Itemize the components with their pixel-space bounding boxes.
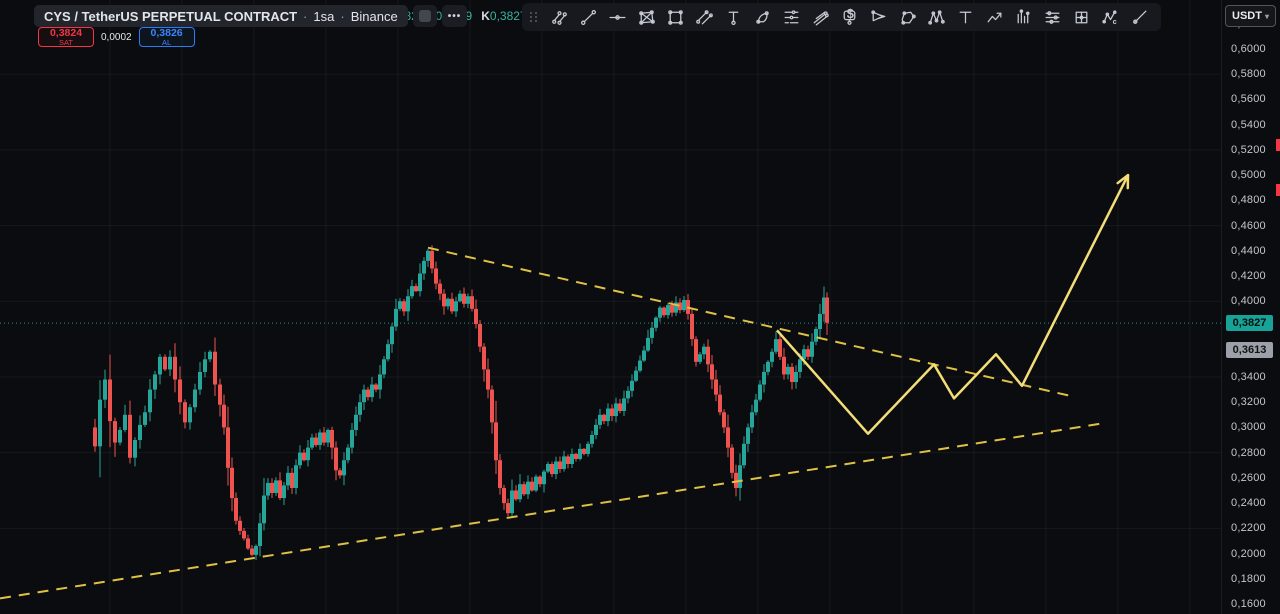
alert-edge-mark xyxy=(1276,184,1280,196)
price-tick: 0,5600 xyxy=(1231,93,1266,106)
price-tick: 0,3200 xyxy=(1231,396,1266,409)
parallel-lines-icon[interactable] xyxy=(807,5,834,29)
rectangle-icon[interactable] xyxy=(662,5,689,29)
chart-header: CYS / TetherUS PERPETUAL CONTRACT · 1sa … xyxy=(34,5,468,27)
buy-label: AL xyxy=(162,38,172,47)
secondary-price-label: 0,3613 xyxy=(1226,342,1273,359)
elliott-wave-icon[interactable]: c xyxy=(1097,5,1124,29)
range-sliders-icon[interactable] xyxy=(1039,5,1066,29)
cross-trend-lines-icon[interactable] xyxy=(546,5,573,29)
sell-label: SAT xyxy=(58,38,74,47)
drawing-toolbar: $ c xyxy=(522,3,1161,31)
abcd-pattern-icon[interactable] xyxy=(923,5,950,29)
ray-icon[interactable] xyxy=(1126,5,1153,29)
parallel-channel-icon[interactable] xyxy=(691,5,718,29)
chevron-down-icon: ▾ xyxy=(1264,11,1269,21)
currency-dropdown[interactable]: USDT ▾ xyxy=(1225,5,1276,27)
price-tick: 0,4600 xyxy=(1231,219,1266,232)
candlestick-chart[interactable] xyxy=(0,0,1280,614)
price-axis[interactable]: 0,3827 0,3613 0,62000,60000,58000,56000,… xyxy=(1221,0,1280,614)
marks-toggle-button[interactable] xyxy=(412,5,437,27)
price-tick: 0,2400 xyxy=(1231,497,1266,510)
price-tick: 0,2000 xyxy=(1231,547,1266,560)
svg-text:c: c xyxy=(1113,16,1117,25)
trend-arrow-icon[interactable] xyxy=(981,5,1008,29)
close-label: K xyxy=(481,9,490,23)
interval-label[interactable]: 1sa xyxy=(313,9,334,24)
price-label-icon[interactable]: $ xyxy=(836,5,863,29)
price-tick: 0,4000 xyxy=(1231,295,1266,308)
current-price-label: 0,3827 xyxy=(1226,315,1273,332)
svg-text:$: $ xyxy=(847,8,854,21)
price-tick: 0,2600 xyxy=(1231,471,1266,484)
separator: · xyxy=(303,8,308,24)
arc-pattern-icon[interactable] xyxy=(749,5,776,29)
trading-chart-window: 0,3827 0,3613 0,62000,60000,58000,56000,… xyxy=(0,0,1280,614)
buy-price: 0,3826 xyxy=(150,26,183,39)
price-tick: 0,5800 xyxy=(1231,68,1266,81)
text-icon[interactable] xyxy=(952,5,979,29)
marks-icon xyxy=(418,10,431,22)
volume-profile-icon[interactable] xyxy=(1010,5,1037,29)
sell-price: 0,3824 xyxy=(49,26,83,39)
currency-label: USDT xyxy=(1232,10,1262,22)
separator: · xyxy=(340,8,345,24)
more-options-button[interactable]: ••• xyxy=(441,5,468,27)
fib-retracement-icon[interactable] xyxy=(778,5,805,29)
price-tick: 0,3000 xyxy=(1231,421,1266,434)
trend-line-icon[interactable] xyxy=(575,5,602,29)
symbol-name: CYS / TetherUS PERPETUAL CONTRACT xyxy=(44,8,298,24)
price-tick: 0,5000 xyxy=(1231,169,1266,182)
anchored-grid-icon[interactable] xyxy=(1068,5,1095,29)
polygon-brush-icon[interactable] xyxy=(894,5,921,29)
price-tick: 0,2200 xyxy=(1231,522,1266,535)
toolbar-drag-handle[interactable] xyxy=(530,12,538,22)
xabcd-pattern-icon[interactable] xyxy=(633,5,660,29)
price-tick: 0,5200 xyxy=(1231,143,1266,156)
buy-button[interactable]: 0,3826 AL xyxy=(138,26,195,47)
spread-value: 0,0002 xyxy=(101,31,132,43)
price-tick: 0,2800 xyxy=(1231,446,1266,459)
price-tick: 0,5400 xyxy=(1231,118,1266,131)
price-tick: 0,4800 xyxy=(1231,194,1266,207)
price-tick: 0,6000 xyxy=(1231,43,1266,55)
alert-edge-mark xyxy=(1276,139,1280,151)
price-tick: 0,1800 xyxy=(1231,572,1266,585)
price-tick: 0,3400 xyxy=(1231,370,1266,383)
vertical-ruler-icon[interactable] xyxy=(720,5,747,29)
exchange-label: Binance xyxy=(350,8,398,24)
symbol-button[interactable]: CYS / TetherUS PERPETUAL CONTRACT · 1sa … xyxy=(34,5,408,27)
price-tick: 0,4200 xyxy=(1231,270,1266,283)
price-tick: 0,1600 xyxy=(1231,598,1266,611)
trade-panel: 0,3824 SAT 0,0002 0,3826 AL xyxy=(38,27,195,47)
flag-marker-icon[interactable] xyxy=(865,5,892,29)
more-icon: ••• xyxy=(447,10,462,22)
sell-button[interactable]: 0,3824 SAT xyxy=(38,27,94,47)
price-tick: 0,4400 xyxy=(1231,244,1266,257)
horizontal-line-icon[interactable] xyxy=(604,5,631,29)
